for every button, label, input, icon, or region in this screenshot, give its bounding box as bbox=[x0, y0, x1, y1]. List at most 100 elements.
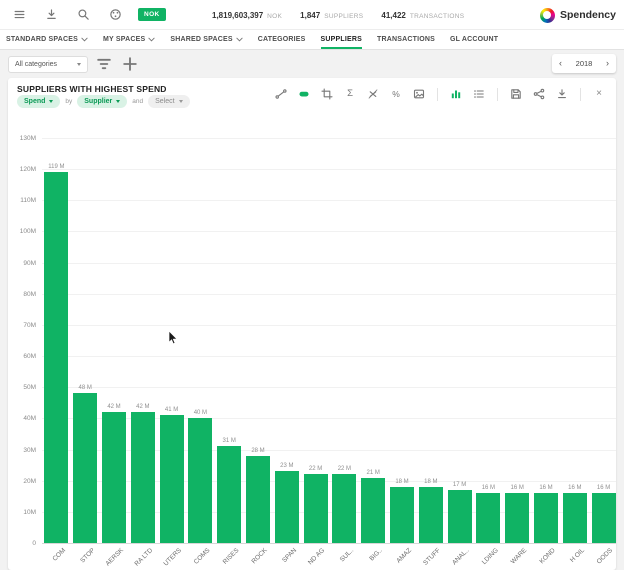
tab-gl-account[interactable]: GL ACCOUNT bbox=[450, 30, 498, 49]
x-tick-label: RISES bbox=[221, 547, 240, 566]
tab-categories[interactable]: CATEGORIES bbox=[258, 30, 306, 49]
bar-column: 42 MRA LTD bbox=[128, 138, 157, 543]
list-icon[interactable] bbox=[472, 87, 486, 101]
exclude-icon[interactable] bbox=[366, 87, 380, 101]
tab-standard-spaces[interactable]: STANDARD SPACES bbox=[6, 30, 88, 49]
add-icon[interactable] bbox=[120, 54, 140, 74]
x-tick-label: H OIL bbox=[569, 547, 586, 564]
chevron-down-icon bbox=[148, 37, 155, 42]
bar-rises[interactable] bbox=[217, 446, 241, 543]
download-icon[interactable] bbox=[555, 87, 569, 101]
bar-column: 16 MWARE bbox=[503, 138, 532, 543]
image-icon[interactable] bbox=[412, 87, 426, 101]
bar-value-label: 16 M bbox=[503, 485, 532, 491]
y-tick-label: 30M bbox=[16, 447, 36, 454]
bar-column: 31 MRISES bbox=[215, 138, 244, 543]
prev-year-button[interactable]: ‹ bbox=[559, 59, 562, 68]
tab-label: MY SPACES bbox=[103, 36, 145, 43]
share-icon[interactable] bbox=[532, 87, 546, 101]
bar-amaz[interactable] bbox=[390, 487, 414, 543]
category-select[interactable]: All categories bbox=[8, 56, 88, 73]
total-spend-unit: NOK bbox=[267, 13, 282, 20]
bar-value-label: 42 M bbox=[100, 404, 129, 410]
main-nav: STANDARD SPACES MY SPACES SHARED SPACES CAT… bbox=[0, 30, 624, 50]
bar-stop[interactable] bbox=[73, 393, 97, 543]
bar-column: 16 MKOND bbox=[532, 138, 561, 543]
x-tick-label: SPAN bbox=[281, 547, 298, 564]
secondary-select-pill[interactable]: Select bbox=[148, 95, 189, 108]
menu-icon[interactable] bbox=[8, 4, 30, 26]
percent-icon[interactable]: % bbox=[389, 87, 403, 101]
next-year-button[interactable]: › bbox=[606, 59, 609, 68]
bar-oods[interactable] bbox=[592, 493, 616, 543]
bar-value-label: 16 M bbox=[474, 485, 503, 491]
crop-icon[interactable] bbox=[320, 87, 334, 101]
bar-ra-ltd[interactable] bbox=[131, 412, 155, 543]
tab-shared-spaces[interactable]: SHARED SPACES bbox=[170, 30, 242, 49]
sum-icon[interactable]: Σ bbox=[343, 87, 357, 101]
x-tick-label: ROCK bbox=[251, 547, 269, 565]
plot-area: 119 MCOM48 MSTOP42 MAERSK42 MRA LTD41 MU… bbox=[42, 138, 616, 543]
bar-com[interactable] bbox=[44, 172, 68, 543]
tab-transactions[interactable]: TRANSACTIONS bbox=[377, 30, 435, 49]
bar-column: 16 MLDING bbox=[474, 138, 503, 543]
bar-kond[interactable] bbox=[534, 493, 558, 543]
dimension-pill[interactable]: Supplier bbox=[77, 95, 127, 108]
x-tick-label: STOP bbox=[79, 547, 96, 564]
bar-column: 17 MANAL.. bbox=[445, 138, 474, 543]
palette-icon[interactable] bbox=[104, 4, 126, 26]
tab-label: SUPPLIERS bbox=[321, 36, 362, 43]
bar-value-label: 16 M bbox=[560, 485, 589, 491]
x-tick-label: ANAL.. bbox=[451, 547, 471, 567]
x-tick-label: WARE bbox=[510, 547, 529, 566]
tab-suppliers[interactable]: SUPPLIERS bbox=[321, 30, 362, 49]
search-icon[interactable] bbox=[72, 4, 94, 26]
toolbar-separator bbox=[437, 88, 438, 101]
save-icon[interactable] bbox=[509, 87, 523, 101]
x-tick-label: COM bbox=[52, 547, 68, 563]
bar-value-label: 48 M bbox=[71, 385, 100, 391]
filter-icon[interactable] bbox=[94, 54, 114, 74]
y-tick-label: 130M bbox=[16, 135, 36, 142]
bar-column: 22 MSUL.. bbox=[330, 138, 359, 543]
labels-toggle-icon[interactable] bbox=[297, 87, 311, 101]
bar-aersk[interactable] bbox=[102, 412, 126, 543]
total-spend-value: 1,819,603,397 bbox=[212, 11, 263, 20]
measure-pill[interactable]: Spend bbox=[17, 95, 60, 108]
chevron-down-icon bbox=[179, 100, 183, 103]
bar-sul-[interactable] bbox=[332, 474, 356, 543]
bar-value-label: 119 M bbox=[42, 164, 71, 170]
tab-label: GL ACCOUNT bbox=[450, 36, 498, 43]
bar-uters[interactable] bbox=[160, 415, 184, 543]
suppliers-stat: 1,847 SUPPLIERS bbox=[300, 11, 363, 20]
download-icon[interactable] bbox=[40, 4, 62, 26]
currency-badge[interactable]: NOK bbox=[138, 8, 166, 21]
bar-rock[interactable] bbox=[246, 456, 270, 543]
category-select-value: All categories bbox=[15, 61, 57, 68]
bar-value-label: 40 M bbox=[186, 410, 215, 416]
bar-ware[interactable] bbox=[505, 493, 529, 543]
x-tick-label: AERSK bbox=[104, 547, 125, 568]
year-pager: ‹ 2018 › bbox=[552, 54, 616, 73]
tab-label: STANDARD SPACES bbox=[6, 36, 78, 43]
and-label: and bbox=[132, 98, 143, 105]
chart-toolbar: Σ % × bbox=[274, 87, 606, 101]
bar-coms[interactable] bbox=[188, 418, 212, 543]
bar-nd-ag[interactable] bbox=[304, 474, 328, 543]
bar-chart-icon[interactable] bbox=[449, 87, 463, 101]
bar-column: 42 MAERSK bbox=[100, 138, 129, 543]
toolbar-separator bbox=[580, 88, 581, 101]
bar-big-[interactable] bbox=[361, 478, 385, 543]
total-spend-stat: 1,819,603,397 NOK bbox=[212, 11, 282, 20]
x-tick-label: OODS bbox=[596, 547, 614, 565]
bar-span[interactable] bbox=[275, 471, 299, 543]
bar-h-oil[interactable] bbox=[563, 493, 587, 543]
y-tick-label: 80M bbox=[16, 291, 36, 298]
y-tick-label: 0 bbox=[16, 540, 36, 547]
close-icon[interactable]: × bbox=[592, 87, 606, 101]
bar-anal-[interactable] bbox=[448, 490, 472, 543]
trend-icon[interactable] bbox=[274, 87, 288, 101]
tab-my-spaces[interactable]: MY SPACES bbox=[103, 30, 155, 49]
bar-lding[interactable] bbox=[476, 493, 500, 543]
bar-stuff[interactable] bbox=[419, 487, 443, 543]
